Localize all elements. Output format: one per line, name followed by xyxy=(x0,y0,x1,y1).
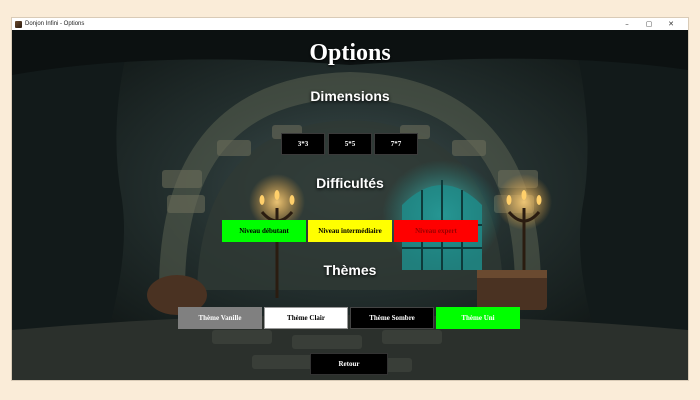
page-title: Options xyxy=(309,40,391,66)
minimize-button[interactable]: – xyxy=(616,18,638,30)
dimensions-heading: Dimensions xyxy=(310,88,390,104)
close-button[interactable]: ✕ xyxy=(660,18,682,30)
dungeon-background: Options Dimensions 3*3 5*5 7*7 Difficult… xyxy=(12,30,688,380)
theme-dark-button[interactable]: Thème Sombre xyxy=(350,307,434,329)
difficulties-heading: Difficultés xyxy=(316,175,384,191)
difficulty-expert-button[interactable]: Niveau expert xyxy=(394,220,478,242)
theme-uni-button[interactable]: Thème Uni xyxy=(436,307,520,329)
window-title: Donjon Infini - Options xyxy=(25,21,85,27)
app-window: Donjon Infini - Options – ▢ ✕ Options Di… xyxy=(12,18,688,380)
window-controls: – ▢ ✕ xyxy=(616,18,682,30)
maximize-button[interactable]: ▢ xyxy=(638,18,660,30)
dimension-3x3-button[interactable]: 3*3 xyxy=(281,133,325,155)
dimension-7x7-button[interactable]: 7*7 xyxy=(374,133,418,155)
app-icon xyxy=(15,20,22,28)
theme-vanilla-button[interactable]: Thème Vanille xyxy=(178,307,262,329)
dimension-5x5-button[interactable]: 5*5 xyxy=(328,133,372,155)
theme-light-button[interactable]: Thème Clair xyxy=(264,307,348,329)
difficulty-beginner-button[interactable]: Niveau débutant xyxy=(222,220,306,242)
difficulty-intermediate-button[interactable]: Niveau intermédiaire xyxy=(308,220,392,242)
back-button[interactable]: Retour xyxy=(310,353,388,375)
themes-heading: Thèmes xyxy=(323,262,377,278)
